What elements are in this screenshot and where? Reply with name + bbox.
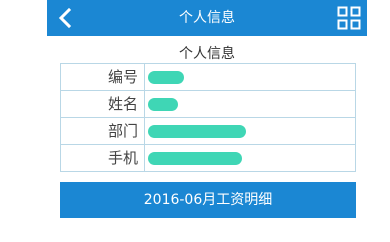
redaction-mark <box>148 125 246 138</box>
back-button[interactable] <box>53 5 79 31</box>
chevron-left-icon <box>58 7 72 29</box>
info-value-phone <box>145 145 355 171</box>
info-row-phone: 手机 <box>61 145 355 171</box>
info-label-department: 部门 <box>61 118 145 144</box>
redaction-mark <box>148 152 242 165</box>
page-title: 个人信息 <box>179 10 235 26</box>
info-table: 编号 姓名 部门 手机 <box>60 63 356 172</box>
salary-detail-button[interactable]: 2016-06月工资明细 <box>60 182 356 218</box>
info-value-id <box>145 64 355 90</box>
info-value-department <box>145 118 355 144</box>
section-title: 个人信息 <box>179 46 235 62</box>
page: 个人信息 个人信息 编号 姓名 部门 手机 2016-06月工资明细 <box>0 0 390 242</box>
info-row-department: 部门 <box>61 118 355 145</box>
redaction-mark <box>148 71 184 84</box>
redaction-mark <box>148 98 178 111</box>
info-row-id: 编号 <box>61 64 355 91</box>
menu-button[interactable] <box>337 6 361 30</box>
info-label-id: 编号 <box>61 64 145 90</box>
info-label-phone: 手机 <box>61 145 145 171</box>
info-row-name: 姓名 <box>61 91 355 118</box>
header-bar: 个人信息 <box>47 0 367 36</box>
info-label-name: 姓名 <box>61 91 145 117</box>
grid-icon <box>337 6 361 30</box>
info-value-name <box>145 91 355 117</box>
